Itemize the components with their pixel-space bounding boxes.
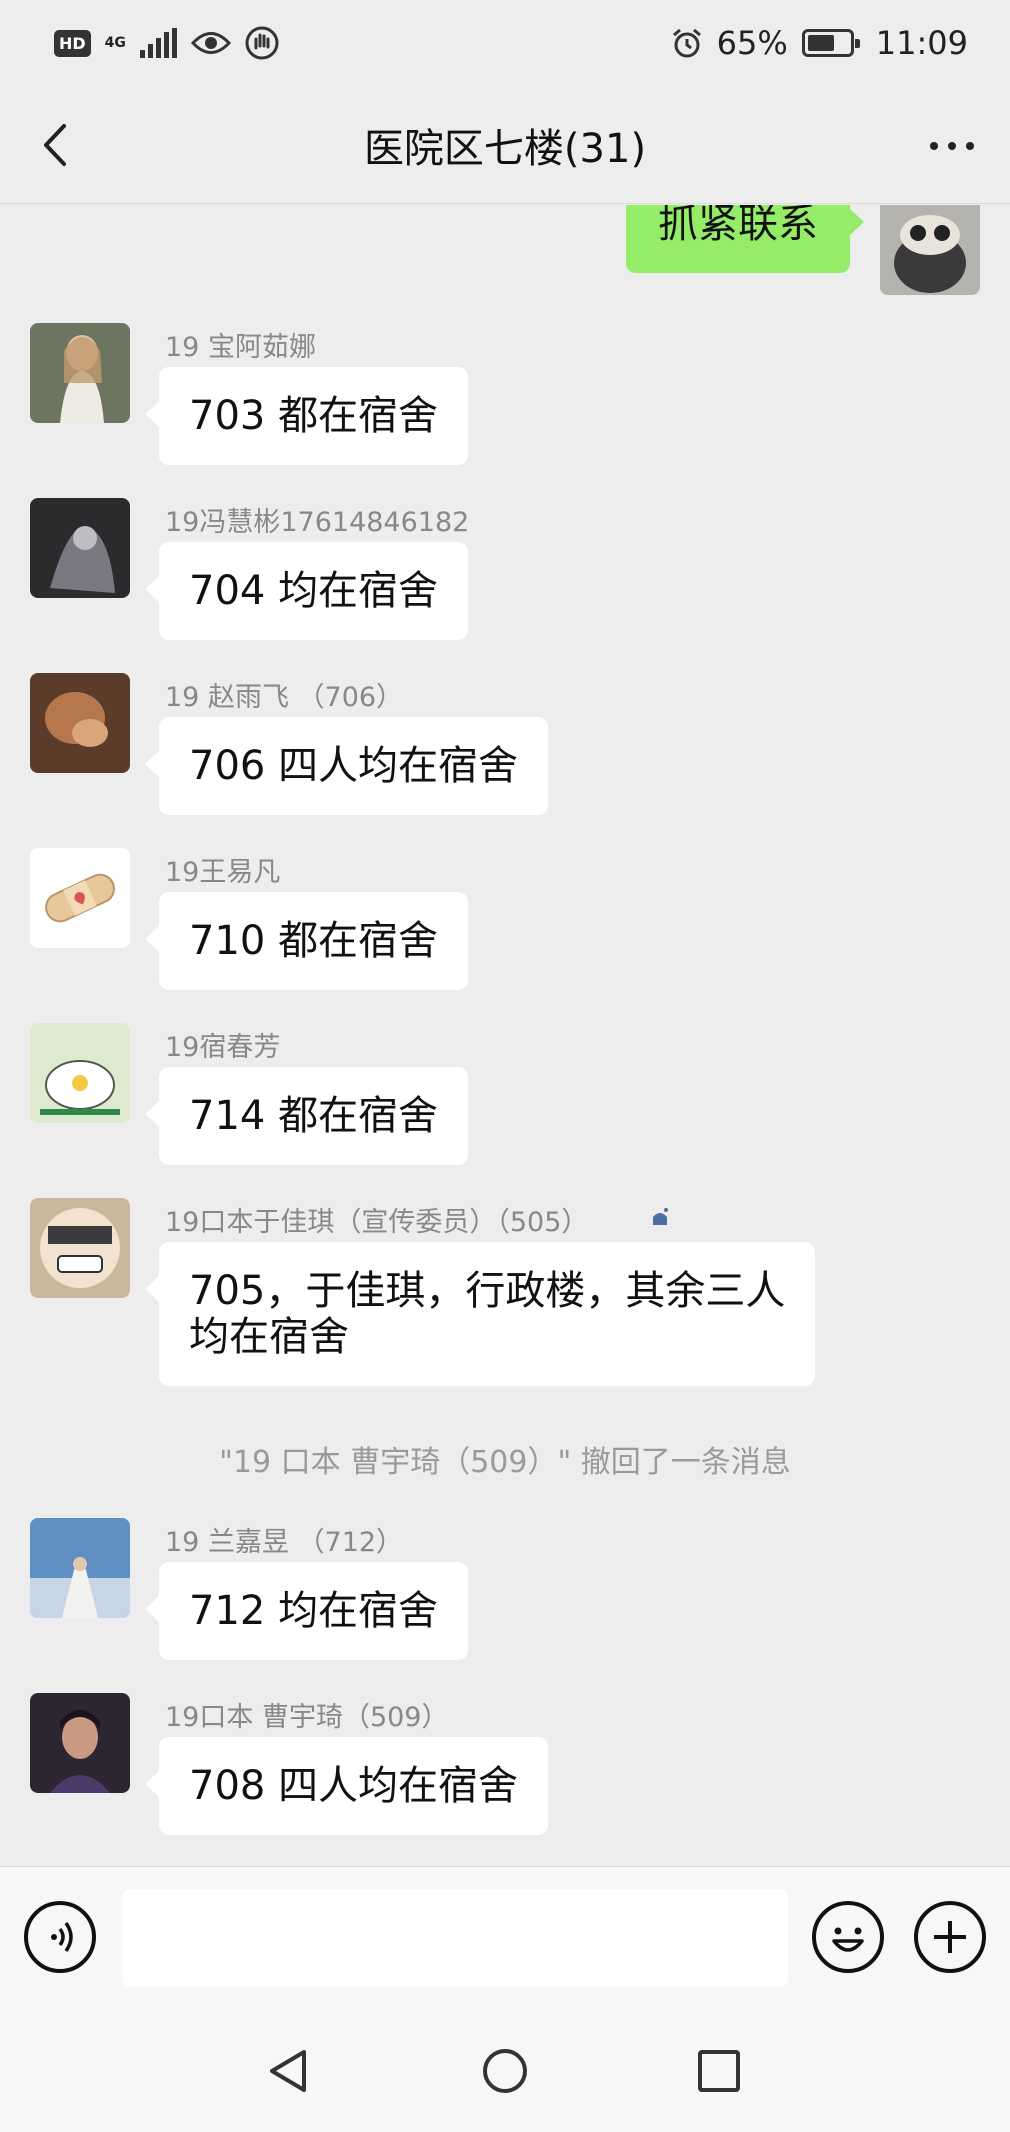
recents-square-icon[interactable] [694, 2046, 744, 2096]
message-text: 703 都在宿舍 [189, 393, 439, 439]
message-bubble[interactable]: 708 四人均在宿舍 [144, 1737, 549, 1835]
message-bubble[interactable]: 705，于佳琪，行政楼，其余三人 均在宿舍 [144, 1242, 816, 1386]
avatar[interactable] [30, 323, 130, 423]
sender-name: 19冯慧彬17614846182 [165, 507, 470, 538]
message-bubble[interactable]: 714 都在宿舍 [144, 1067, 469, 1165]
message-bubble[interactable]: 710 都在宿舍 [144, 892, 469, 990]
more-dots-icon[interactable] [930, 142, 974, 150]
avatar[interactable] [30, 498, 130, 598]
input-bar [0, 1866, 1010, 2008]
message-text-line: 均在宿舍 [189, 1314, 349, 1360]
battery-icon [801, 29, 860, 57]
status-bar: HD 4G 65% 11:09 [0, 0, 1010, 86]
sender-name: 19王易凡 [165, 857, 281, 888]
emoji-icon[interactable] [812, 1901, 884, 1973]
chat-title: 医院区七楼(31) [363, 125, 647, 172]
alarm-icon [672, 28, 701, 58]
eye-icon [190, 32, 231, 54]
message-text: 708 四人均在宿舍 [189, 1763, 519, 1809]
message-text: 706 四人均在宿舍 [189, 743, 519, 789]
recall-notice: "19 口本 曹宇琦（509）" 撤回了一条消息 [219, 1445, 791, 1480]
clock: 11:09 [875, 24, 968, 62]
signal-icon [139, 28, 177, 58]
status-left: HD 4G [54, 26, 279, 60]
message-text: 712 均在宿舍 [189, 1588, 439, 1634]
battery-percent: 65% [716, 24, 788, 62]
avatar[interactable] [30, 673, 130, 773]
message-bubble[interactable]: 704 均在宿舍 [144, 542, 469, 640]
back-triangle-icon[interactable] [264, 2046, 314, 2096]
avatar[interactable] [30, 1023, 130, 1123]
message-bubble[interactable]: 703 都在宿舍 [144, 367, 469, 465]
chat-header: 医院区七楼(31) [0, 86, 1010, 204]
member-badge-icon [653, 1208, 668, 1225]
sender-name: 19 赵雨飞 （706） [165, 682, 404, 713]
avatar[interactable] [30, 848, 130, 948]
voice-icon[interactable] [24, 1901, 96, 1973]
message-text: 抓紧联系 [658, 205, 818, 247]
message-text: 714 都在宿舍 [189, 1093, 439, 1139]
avatar[interactable] [30, 1518, 130, 1618]
message-text: 704 均在宿舍 [189, 568, 439, 614]
message-text-line: 705，于佳琪，行政楼，其余三人 [189, 1268, 786, 1314]
sender-name: 19 兰嘉昱 （712） [165, 1527, 404, 1558]
message-text: 710 都在宿舍 [189, 918, 439, 964]
chevron-left-icon[interactable] [32, 120, 82, 170]
home-circle-icon[interactable] [480, 2046, 530, 2096]
hand-icon [245, 26, 279, 60]
system-navigation-bar [0, 2008, 1010, 2132]
sender-name: 19宿春芳 [165, 1032, 281, 1063]
avatar[interactable] [30, 1693, 130, 1793]
avatar[interactable] [30, 1198, 130, 1298]
message-bubble[interactable]: 706 四人均在宿舍 [144, 717, 549, 815]
sender-name: 19口本于佳琪（宣传委员）（505） [165, 1207, 589, 1238]
status-right: 65% 11:09 [671, 24, 968, 62]
sender-name: 19 宝阿茹娜 [165, 332, 316, 363]
plus-icon[interactable] [914, 1901, 986, 1973]
message-list[interactable]: 抓紧联系 19 宝阿茹娜 703 都在宿舍 19冯慧彬17614846182 7… [0, 205, 1010, 1865]
sent-message-bubble[interactable]: 抓紧联系 [626, 205, 864, 273]
message-input[interactable] [122, 1889, 788, 1987]
network-type: 4G [104, 35, 126, 51]
hd-badge: HD [54, 29, 91, 57]
sender-name: 19口本 曹宇琦（509） [165, 1702, 449, 1733]
avatar[interactable] [880, 205, 980, 295]
message-bubble[interactable]: 712 均在宿舍 [144, 1562, 469, 1660]
